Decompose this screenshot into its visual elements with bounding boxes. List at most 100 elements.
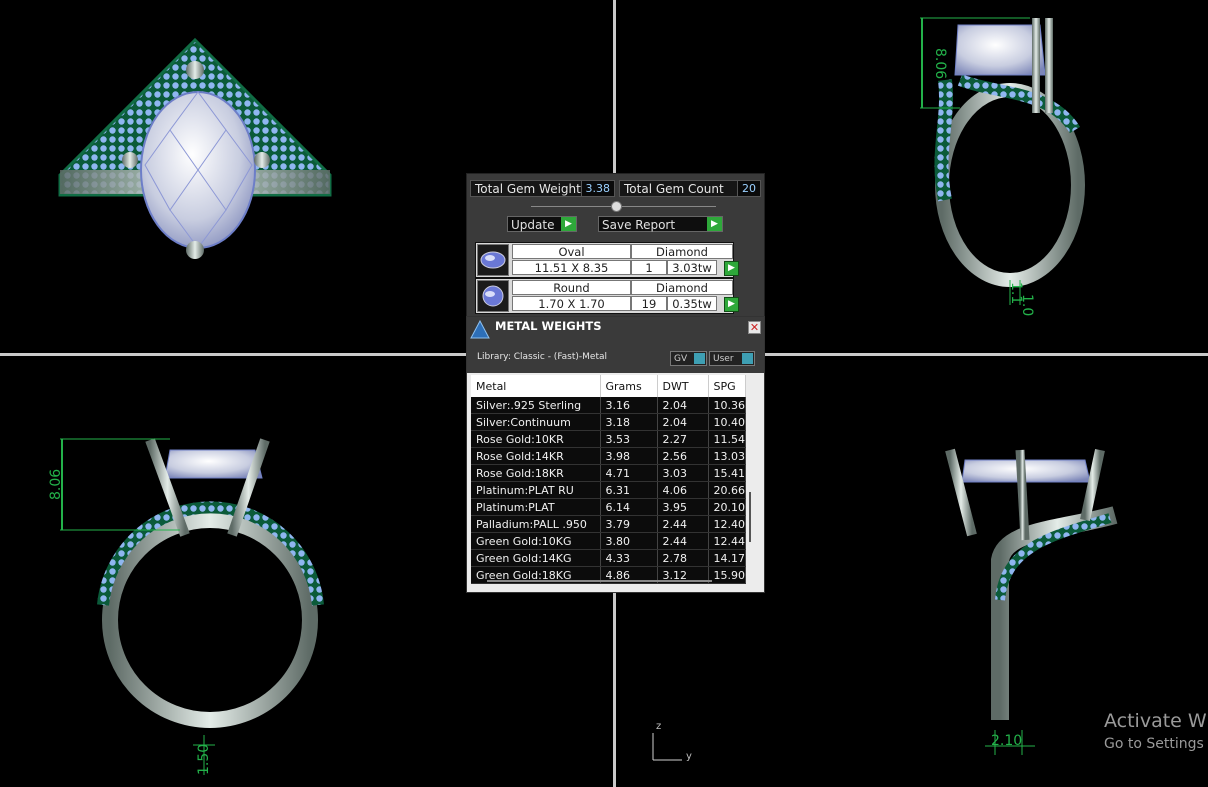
spg-cell: 20.66 bbox=[708, 481, 746, 499]
grams-cell: 3.79 bbox=[600, 515, 658, 533]
close-icon[interactable]: ✕ bbox=[748, 321, 761, 334]
dwt-cell: 2.78 bbox=[657, 549, 709, 567]
dwt-cell: 2.44 bbox=[657, 515, 709, 533]
dwt-cell: 3.95 bbox=[657, 498, 709, 516]
spg-cell: 15.41 bbox=[708, 464, 746, 482]
play-icon: ▶ bbox=[707, 217, 722, 231]
front-view-ring bbox=[60, 438, 324, 775]
grams-cell: 3.16 bbox=[600, 397, 658, 414]
spg-cell: 10.36 bbox=[708, 397, 746, 414]
grams-cell: 6.14 bbox=[600, 498, 658, 516]
play-icon: ▶ bbox=[561, 217, 576, 231]
oval-gem-icon bbox=[477, 244, 509, 276]
total-gem-weight-value: 3.38 bbox=[580, 181, 614, 196]
update-button[interactable]: Update ▶ bbox=[507, 216, 577, 232]
spg-cell: 12.44 bbox=[708, 532, 746, 550]
table-row[interactable]: Rose Gold:10KR 3.53 2.27 11.54 bbox=[471, 430, 746, 448]
gem-material: Diamond bbox=[631, 280, 733, 295]
column-header-spg[interactable]: SPG bbox=[708, 375, 746, 397]
gem-panel: Total Gem Weight 3.38 Total Gem Count 20… bbox=[466, 173, 765, 321]
metal-weights-table: Metal Grams DWT SPG Silver:.925 Sterling… bbox=[471, 375, 746, 584]
gv-toggle[interactable]: GV bbox=[670, 351, 707, 366]
metal-name-cell: Green Gold:10KG bbox=[471, 532, 601, 550]
spg-cell: 13.03 bbox=[708, 447, 746, 465]
gv-toggle-label: GV bbox=[674, 354, 688, 364]
toggle-indicator bbox=[742, 353, 753, 364]
gem-go-button[interactable]: ▶ bbox=[724, 261, 739, 276]
axis-gizmo bbox=[652, 733, 682, 761]
dwt-cell: 2.44 bbox=[657, 532, 709, 550]
gem-count: 19 bbox=[631, 296, 667, 311]
spg-cell: 10.40 bbox=[708, 413, 746, 431]
metal-name-cell: Rose Gold:14KR bbox=[471, 447, 601, 465]
grams-cell: 3.18 bbox=[600, 413, 658, 431]
total-gem-weight: Total Gem Weight 3.38 bbox=[470, 180, 615, 197]
gem-size: 11.51 X 8.35 bbox=[512, 260, 631, 275]
gem-slider-track[interactable] bbox=[531, 206, 716, 207]
table-row[interactable]: Green Gold:14KG 4.33 2.78 14.17 bbox=[471, 549, 746, 567]
spg-cell: 15.90 bbox=[708, 566, 746, 584]
grams-cell: 3.80 bbox=[600, 532, 658, 550]
save-report-button-label: Save Report bbox=[602, 218, 676, 232]
table-row[interactable]: Silver:.925 Sterling 3.16 2.04 10.36 bbox=[471, 397, 746, 414]
gem-row-oval[interactable]: Oval Diamond 11.51 X 8.35 1 3.03tw ▶ bbox=[475, 242, 739, 278]
table-row[interactable]: Green Gold:10KG 3.80 2.44 12.44 bbox=[471, 532, 746, 550]
scale-icon bbox=[470, 319, 490, 339]
grams-cell: 3.53 bbox=[600, 430, 658, 448]
user-toggle[interactable]: User bbox=[709, 351, 755, 366]
table-row[interactable]: Rose Gold:18KR 4.71 3.03 15.41 bbox=[471, 464, 746, 482]
metal-name-cell: Palladium:PALL .950 bbox=[471, 515, 601, 533]
total-gem-count-value: 20 bbox=[737, 181, 760, 196]
gem-go-button[interactable]: ▶ bbox=[724, 297, 739, 312]
gem-weight: 3.03tw bbox=[667, 260, 717, 275]
dwt-cell: 4.06 bbox=[657, 481, 709, 499]
axis-z-label: z bbox=[656, 721, 662, 732]
spg-cell: 12.40 bbox=[708, 515, 746, 533]
metal-name-cell: Rose Gold:10KR bbox=[471, 430, 601, 448]
dwt-cell: 2.04 bbox=[657, 413, 709, 431]
spg-cell: 20.10 bbox=[708, 498, 746, 516]
table-row[interactable]: Silver:Continuum 3.18 2.04 10.40 bbox=[471, 413, 746, 431]
metal-library-bar: Library: Classic - (Fast)-Metal GV User bbox=[467, 343, 764, 373]
metal-name-cell: Platinum:PLAT RU bbox=[471, 481, 601, 499]
gem-slider-knob[interactable] bbox=[611, 201, 622, 212]
column-header-metal[interactable]: Metal bbox=[471, 375, 601, 397]
dwt-cell: 2.56 bbox=[657, 447, 709, 465]
grams-cell: 4.33 bbox=[600, 549, 658, 567]
top-view-ring bbox=[58, 37, 332, 259]
round-gem-icon bbox=[477, 280, 509, 312]
side-view-ring-top bbox=[920, 17, 1085, 305]
gem-weight: 0.35tw bbox=[667, 296, 717, 311]
gem-shape: Round bbox=[512, 280, 631, 295]
activation-watermark-subtitle: Go to Settings t bbox=[1104, 736, 1208, 752]
metal-weights-header[interactable]: METAL WEIGHTS ✕ bbox=[467, 317, 764, 343]
table-row[interactable]: Palladium:PALL .950 3.79 2.44 12.40 bbox=[471, 515, 746, 533]
activation-watermark-title: Activate Wir bbox=[1104, 710, 1208, 732]
spg-cell: 14.17 bbox=[708, 549, 746, 567]
table-row[interactable]: Platinum:PLAT 6.14 3.95 20.10 bbox=[471, 498, 746, 516]
metal-library-label: Library: Classic - (Fast)-Metal bbox=[477, 352, 608, 362]
toggle-indicator bbox=[694, 353, 705, 364]
gem-size: 1.70 X 1.70 bbox=[512, 296, 631, 311]
total-gem-weight-label: Total Gem Weight bbox=[475, 182, 581, 196]
metal-name-cell: Silver:Continuum bbox=[471, 413, 601, 431]
horizontal-scrollbar[interactable] bbox=[487, 580, 712, 582]
user-toggle-label: User bbox=[713, 354, 734, 364]
table-header-row: Metal Grams DWT SPG bbox=[471, 375, 746, 397]
column-header-grams[interactable]: Grams bbox=[600, 375, 658, 397]
metal-name-cell: Platinum:PLAT bbox=[471, 498, 601, 516]
column-header-dwt[interactable]: DWT bbox=[657, 375, 709, 397]
table-row[interactable]: Rose Gold:14KR 3.98 2.56 13.03 bbox=[471, 447, 746, 465]
metal-name-cell: Rose Gold:18KR bbox=[471, 464, 601, 482]
gem-shape: Oval bbox=[512, 244, 631, 259]
gem-count: 1 bbox=[631, 260, 667, 275]
dwt-cell: 3.03 bbox=[657, 464, 709, 482]
grams-cell: 3.98 bbox=[600, 447, 658, 465]
dwt-cell: 2.04 bbox=[657, 397, 709, 414]
metal-weights-window: METAL WEIGHTS ✕ Library: Classic - (Fast… bbox=[466, 316, 765, 593]
grams-cell: 4.71 bbox=[600, 464, 658, 482]
gem-row-round[interactable]: Round Diamond 1.70 X 1.70 19 0.35tw ▶ bbox=[475, 278, 739, 314]
vertical-scrollbar[interactable] bbox=[749, 492, 751, 542]
save-report-button[interactable]: Save Report ▶ bbox=[598, 216, 723, 232]
table-row[interactable]: Platinum:PLAT RU 6.31 4.06 20.66 bbox=[471, 481, 746, 499]
